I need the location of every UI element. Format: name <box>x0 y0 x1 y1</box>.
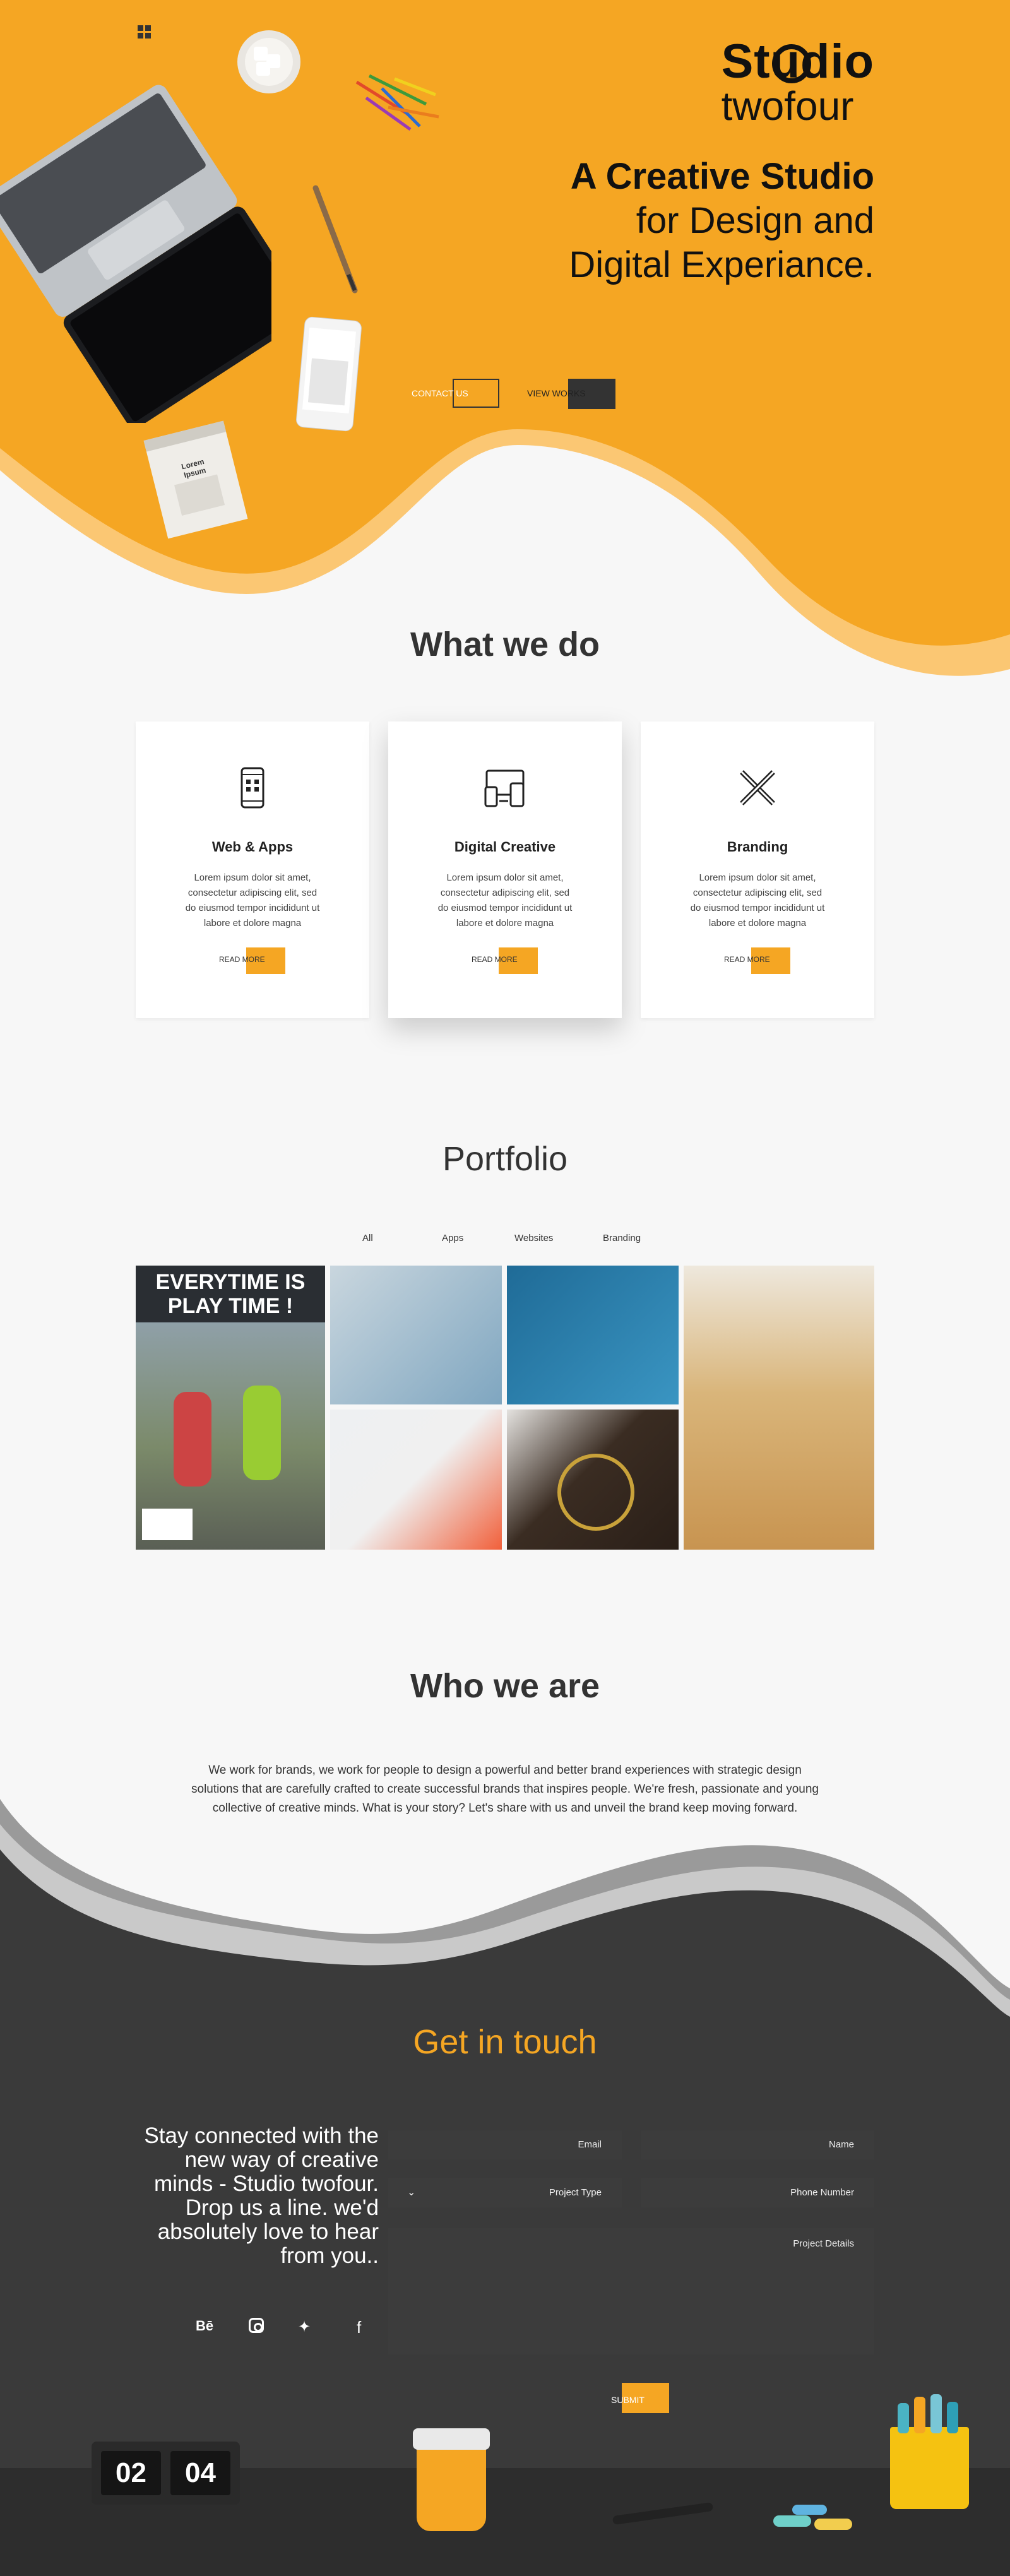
hero-headline: A Creative Studio for Design and Digital… <box>470 155 874 287</box>
portfolio-item-blue-folder[interactable] <box>507 1266 679 1404</box>
phone-placeholder: Phone Number <box>790 2187 854 2198</box>
service-title: Digital Creative <box>454 839 556 855</box>
name-placeholder: Name <box>828 2139 854 2150</box>
email-field[interactable]: Email <box>388 2130 622 2159</box>
name-field[interactable]: Name <box>641 2130 874 2159</box>
service-title: Branding <box>727 839 788 855</box>
twitter-icon[interactable]: ✦ <box>298 2318 311 2336</box>
project-type-placeholder: Project Type <box>549 2187 602 2198</box>
laptop-illustration <box>0 85 271 423</box>
grid-menu-icon[interactable] <box>138 25 152 39</box>
filter-apps[interactable]: Apps <box>442 1233 463 1243</box>
pen-illustration <box>312 185 358 294</box>
filter-branding[interactable]: Branding <box>603 1233 641 1243</box>
get-in-touch-title: Get in touch <box>413 2023 597 2061</box>
service-card-web-apps[interactable]: Web & Apps Lorem ipsum dolor sit amet, c… <box>136 721 369 1018</box>
colored-pencils-illustration <box>355 74 439 131</box>
service-desc: Lorem ipsum dolor sit amet, consectetur … <box>690 872 825 929</box>
read-more-label: READ MORE <box>472 955 518 964</box>
chalk-illustration <box>814 2519 852 2530</box>
portfolio-item-cookies[interactable] <box>684 1266 874 1550</box>
clock-digits-left: 02 <box>101 2451 161 2495</box>
mobile-web-icon <box>241 767 264 809</box>
behance-icon[interactable]: Bē <box>196 2318 213 2334</box>
service-card-digital-creative[interactable]: Digital Creative Lorem ipsum dolor sit a… <box>388 721 622 1018</box>
filter-all[interactable]: All <box>362 1233 373 1243</box>
pencil-ruler-icon <box>740 770 775 805</box>
instagram-icon[interactable] <box>249 2318 264 2333</box>
submit-label: SUBMIT <box>611 2395 645 2405</box>
phone-field[interactable]: Phone Number <box>641 2178 874 2207</box>
service-desc: Lorem ipsum dolor sit amet, consectetur … <box>437 872 573 929</box>
portfolio-item-stationery-blue[interactable] <box>330 1266 502 1404</box>
hero-line-1: A Creative Studio <box>570 156 874 197</box>
coffee-cup-illustration <box>237 30 300 93</box>
yellow-cup-illustration <box>413 2428 490 2531</box>
devices-icon <box>484 769 525 807</box>
contact-tagline: Stay connected with the new way of creat… <box>144 2123 379 2268</box>
filter-websites[interactable]: Websites <box>514 1233 553 1243</box>
project-type-select[interactable]: Project Type ⌄ <box>388 2178 622 2207</box>
what-we-do-title: What we do <box>410 626 600 663</box>
facebook-icon[interactable]: f <box>357 2318 361 2337</box>
view-works-label: VIEW WORKS <box>527 388 586 398</box>
brand-line-2: twofour <box>721 83 854 129</box>
chalk-illustration <box>792 2505 827 2515</box>
hero-line-3: Digital Experiance. <box>569 244 874 285</box>
flip-clock-illustration: 02 04 <box>92 2442 240 2505</box>
portfolio-item-chocolate-box[interactable] <box>507 1410 679 1550</box>
portfolio-item-orange-stationery[interactable] <box>330 1410 502 1550</box>
notepad-illustration <box>143 420 248 539</box>
clock-digits-right: 04 <box>170 2451 230 2495</box>
poster-headline-2: PLAY TIME ! <box>167 1294 294 1318</box>
portfolio-title: Portfolio <box>442 1140 568 1178</box>
service-desc: Lorem ipsum dolor sit amet, consectetur … <box>185 872 320 929</box>
service-card-branding[interactable]: Branding Lorem ipsum dolor sit amet, con… <box>641 721 874 1018</box>
project-details-placeholder: Project Details <box>793 2238 854 2249</box>
hero-section: Lorem Ipsum Studio twofour A Creative St… <box>0 0 1010 694</box>
contact-us-label: CONTACT US <box>412 388 468 398</box>
project-details-textarea[interactable]: Project Details <box>388 2228 874 2354</box>
pen-holder-illustration <box>890 2394 969 2509</box>
poster-headline-1: EVERYTIME IS <box>155 1270 306 1294</box>
clock-logo-icon <box>772 44 811 83</box>
who-we-are-title: Who we are <box>410 1667 600 1705</box>
service-title: Web & Apps <box>211 839 294 855</box>
hero-line-2: for Design and <box>636 200 874 241</box>
read-more-label: READ MORE <box>724 955 770 964</box>
read-more-label: READ MORE <box>219 955 265 964</box>
chevron-down-icon: ⌄ <box>407 2187 416 2198</box>
email-placeholder: Email <box>578 2139 602 2150</box>
portfolio-item-poster[interactable]: EVERYTIME IS PLAY TIME ! <box>136 1266 325 1550</box>
chalk-illustration <box>773 2515 811 2527</box>
phone-illustration <box>296 316 362 432</box>
